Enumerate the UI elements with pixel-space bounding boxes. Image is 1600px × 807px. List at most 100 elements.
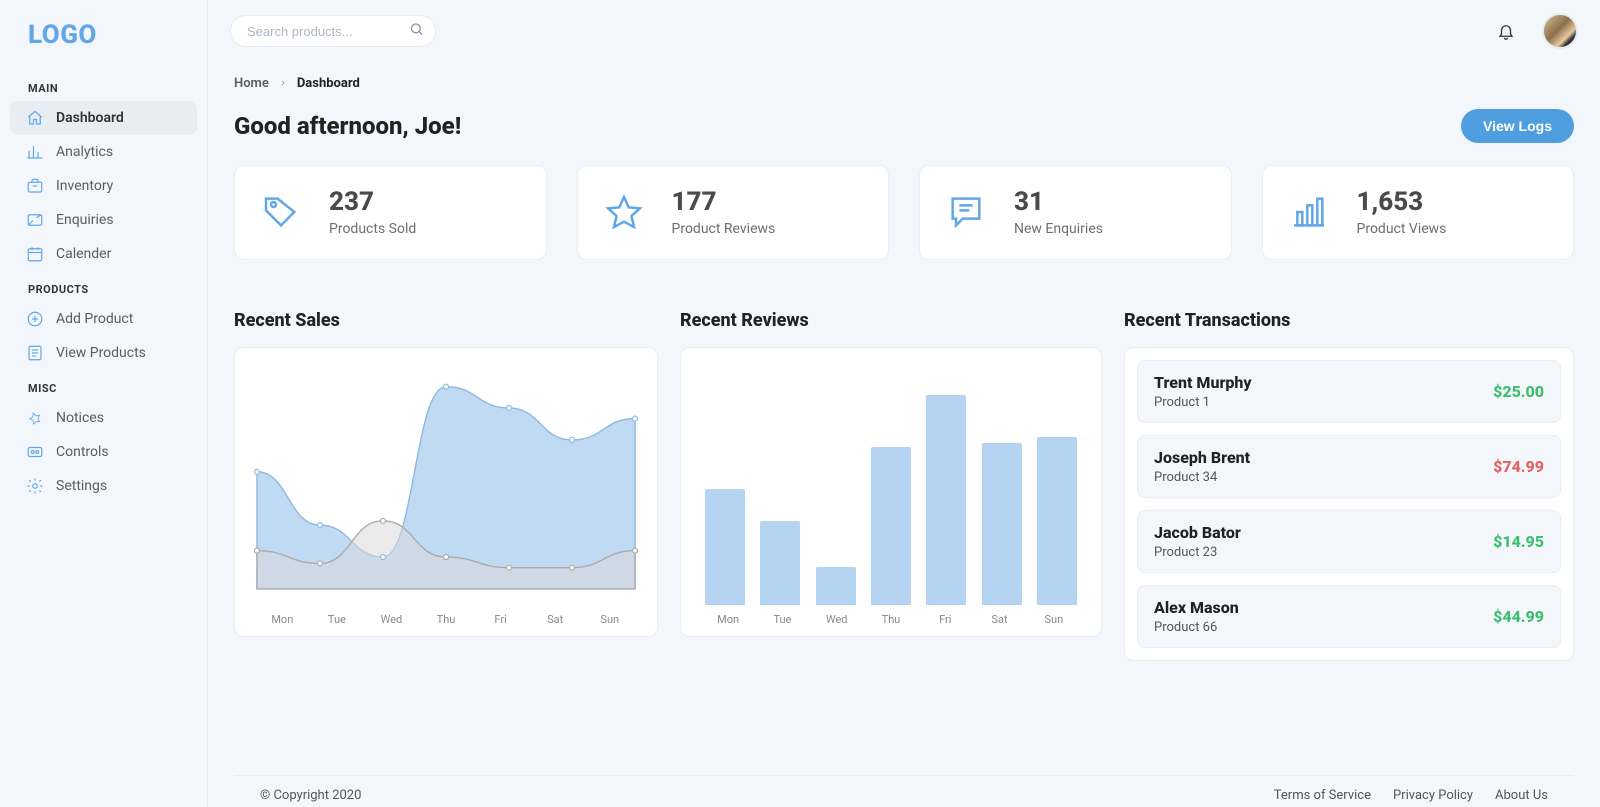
bar — [982, 443, 1022, 605]
x-tick: Tue — [310, 613, 365, 626]
recent-transactions-title: Recent Transactions — [1124, 310, 1574, 331]
list-icon — [26, 344, 44, 362]
star-icon — [604, 192, 644, 232]
transaction-name: Alex Mason — [1154, 598, 1239, 617]
footer-link[interactable]: About Us — [1495, 788, 1548, 803]
sidebar-item-label: Notices — [56, 410, 104, 426]
sidebar-item-enquiries[interactable]: Enquiries — [10, 203, 197, 237]
recent-reviews-title: Recent Reviews — [680, 310, 1102, 331]
tag-icon — [261, 192, 301, 232]
stat-value: 1,653 — [1357, 188, 1447, 217]
sidebar-item-label: Calender — [56, 246, 111, 262]
sidebar-item-calender[interactable]: Calender — [10, 237, 197, 271]
view-logs-button[interactable]: View Logs — [1461, 109, 1574, 143]
x-tick: Wed — [810, 613, 864, 626]
sliders-icon — [26, 443, 44, 461]
transaction-name: Jacob Bator — [1154, 523, 1241, 542]
sidebar-item-label: Inventory — [56, 178, 113, 194]
add-icon — [26, 310, 44, 328]
transaction-item[interactable]: Jacob BatorProduct 23$14.95 — [1137, 510, 1561, 573]
transaction-amount: $25.00 — [1493, 382, 1544, 401]
sidebar: LOGO MAIN Dashboard Analytics Inventory Enqu… — [0, 0, 208, 807]
stat-card: 1,653 Product Views — [1262, 165, 1575, 260]
transaction-amount: $14.95 — [1493, 532, 1544, 551]
sidebar-section-label: PRODUCTS — [0, 271, 207, 302]
transaction-item[interactable]: Trent Murphy Product 1 $25.00 — [1137, 360, 1561, 423]
x-tick: Sat — [528, 613, 583, 626]
transaction-amount: $44.99 — [1493, 607, 1544, 626]
breadcrumb: Home Dashboard — [234, 76, 1574, 91]
notifications-button[interactable] — [1490, 15, 1522, 47]
copyright: © Copyright 2020 — [260, 788, 361, 803]
pin-icon — [26, 409, 44, 427]
x-tick: Sun — [582, 613, 637, 626]
sidebar-item-add-product[interactable]: Add Product — [10, 302, 197, 336]
stat-value: 177 — [672, 188, 776, 217]
sidebar-item-notices[interactable]: Notices — [10, 401, 197, 435]
stat-card: 31 New Enquiries — [919, 165, 1232, 260]
transaction-name: Trent Murphy — [1154, 373, 1252, 392]
stats-row: 237 Products Sold 177Product Reviews 31 New … — [234, 165, 1574, 260]
x-tick: Sun — [1027, 613, 1081, 626]
breadcrumb-current: Dashboard — [297, 76, 360, 91]
home-icon — [26, 109, 44, 127]
page-title: Good afternoon, Joe! — [234, 112, 461, 140]
x-tick: Sat — [972, 613, 1026, 626]
logo[interactable]: LOGO — [0, 0, 207, 70]
stat-value: 237 — [329, 188, 416, 217]
sidebar-item-label: Enquiries — [56, 212, 114, 228]
sidebar-item-label: Analytics — [56, 144, 113, 160]
sidebar-section-label: MAIN — [0, 70, 207, 101]
sidebar-item-controls[interactable]: Controls — [10, 435, 197, 469]
x-tick: Tue — [755, 613, 809, 626]
transaction-item[interactable]: Alex Mason Product 66 $44.99 — [1137, 585, 1561, 648]
topbar — [208, 0, 1600, 62]
sidebar-item-settings[interactable]: Settings — [10, 469, 197, 503]
enquiries-icon — [26, 211, 44, 229]
sidebar-section-label: MISC — [0, 370, 207, 401]
x-tick: Fri — [918, 613, 972, 626]
x-tick: Thu — [419, 613, 474, 626]
transaction-product: Product 1 — [1154, 395, 1252, 410]
sidebar-item-label: Dashboard — [56, 110, 124, 126]
inventory-icon — [26, 177, 44, 195]
footer: © Copyright 2020 Terms of Service Privacy… — [234, 775, 1574, 807]
footer-link[interactable]: Privacy Policy — [1393, 788, 1473, 803]
sidebar-item-label: Add Product — [56, 311, 133, 327]
gear-icon — [26, 477, 44, 495]
bar — [816, 567, 856, 605]
chat-icon — [946, 192, 986, 232]
x-tick: Thu — [864, 613, 918, 626]
transaction-item[interactable]: Joseph BrentProduct 34$74.99 — [1137, 435, 1561, 498]
stat-label: Product Views — [1357, 221, 1447, 237]
stat-label: New Enquiries — [1014, 221, 1103, 237]
stat-value: 31 — [1014, 188, 1103, 217]
sidebar-item-dashboard[interactable]: Dashboard — [10, 101, 197, 135]
sidebar-item-inventory[interactable]: Inventory — [10, 169, 197, 203]
footer-link[interactable]: Terms of Service — [1274, 788, 1371, 803]
stat-card: 237 Products Sold — [234, 165, 547, 260]
sidebar-item-label: Settings — [56, 478, 107, 494]
bar — [705, 489, 745, 605]
transaction-product: Product 66 — [1154, 620, 1239, 635]
chevron-right-icon — [279, 76, 287, 91]
transaction-product: Product 34 — [1154, 470, 1250, 485]
bar — [1037, 437, 1077, 605]
sidebar-item-view-products[interactable]: View Products — [10, 336, 197, 370]
transaction-name: Joseph Brent — [1154, 448, 1250, 467]
search-input[interactable] — [230, 15, 436, 47]
breadcrumb-home[interactable]: Home — [234, 76, 269, 91]
x-tick: Mon — [255, 613, 310, 626]
bar — [760, 521, 800, 605]
calendar-icon — [26, 245, 44, 263]
recent-sales-chart: MonTueWedThuFriSatSun — [234, 347, 658, 637]
bell-icon — [1497, 22, 1515, 40]
area-chart-svg — [249, 360, 643, 605]
stat-card: 177Product Reviews — [577, 165, 890, 260]
stat-label: Products Sold — [329, 221, 416, 237]
avatar[interactable] — [1542, 13, 1578, 49]
x-tick: Mon — [701, 613, 755, 626]
bar — [871, 447, 911, 605]
sidebar-item-analytics[interactable]: Analytics — [10, 135, 197, 169]
analytics-icon — [26, 143, 44, 161]
